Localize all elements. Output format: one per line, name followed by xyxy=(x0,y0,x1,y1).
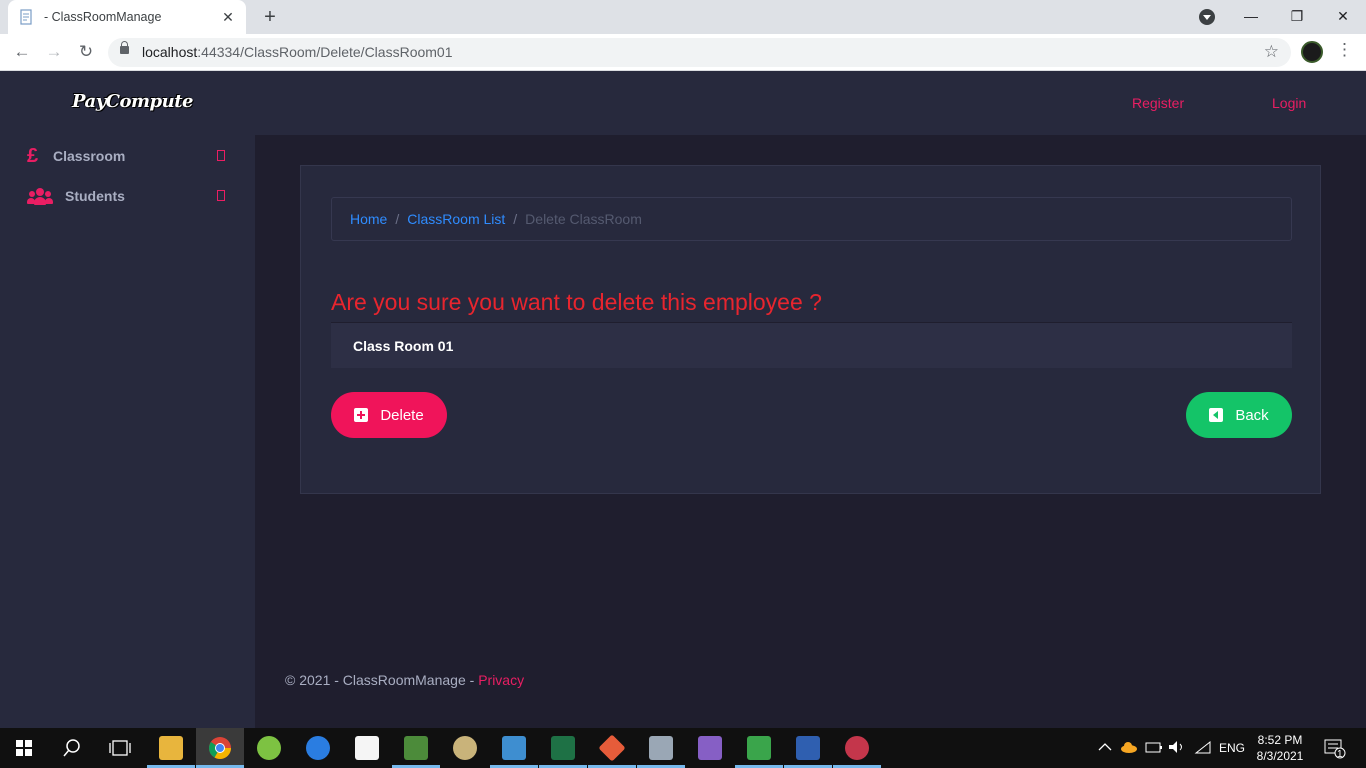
cloud-icon[interactable] xyxy=(1120,741,1138,768)
breadcrumb: Home / ClassRoom List / Delete ClassRoom xyxy=(331,197,1292,241)
breadcrumb-list-link[interactable]: ClassRoom List xyxy=(407,211,505,227)
new-tab-button[interactable]: + xyxy=(260,6,280,29)
footer-text: © 2021 - ClassRoomManage - xyxy=(285,672,479,688)
tray-chevron-icon[interactable] xyxy=(1098,740,1112,768)
battery-icon[interactable] xyxy=(1145,740,1163,768)
footer: © 2021 - ClassRoomManage - Privacy xyxy=(285,672,524,688)
app-page: PayCompute Register Login £ Classroom St… xyxy=(0,71,1366,728)
excel-icon[interactable] xyxy=(551,736,575,760)
windows-taskbar: ENG 8:52 PM 8/3/2021 1 xyxy=(0,728,1366,768)
firefox-icon[interactable] xyxy=(306,736,330,760)
paint-icon[interactable] xyxy=(453,736,477,760)
visual-studio-icon[interactable] xyxy=(698,736,722,760)
clock-time: 8:52 PM xyxy=(1257,733,1303,747)
app-header: PayCompute Register Login xyxy=(0,71,1366,135)
browser-menu-icon[interactable]: ⋮ xyxy=(1336,40,1353,60)
caret-left-square-icon xyxy=(1209,408,1224,422)
wifi-icon[interactable] xyxy=(1194,740,1212,768)
forward-nav-icon[interactable]: → xyxy=(43,41,65,63)
delete-button[interactable]: Delete xyxy=(331,392,447,438)
breadcrumb-current: Delete ClassRoom xyxy=(525,211,642,227)
pound-icon: £ xyxy=(27,144,39,167)
sidebar-item-classroom[interactable]: £ Classroom xyxy=(27,144,227,168)
search-icon[interactable] xyxy=(62,738,82,758)
profile-avatar[interactable] xyxy=(1301,41,1323,63)
lock-icon xyxy=(120,41,129,54)
breadcrumb-separator: / xyxy=(395,211,400,227)
item-name: Class Room 01 xyxy=(353,337,454,354)
plus-square-icon xyxy=(354,408,369,422)
maximize-button[interactable]: ❐ xyxy=(1274,0,1320,34)
git-icon[interactable] xyxy=(598,734,626,762)
task-view-icon[interactable] xyxy=(109,740,131,756)
clock-date: 8/3/2021 xyxy=(1256,749,1304,763)
language-indicator[interactable]: ENG xyxy=(1219,741,1245,768)
back-button[interactable]: Back xyxy=(1186,392,1292,438)
app-logo[interactable]: PayCompute xyxy=(72,91,194,112)
file-explorer-icon[interactable] xyxy=(159,736,183,760)
windows-start-icon[interactable] xyxy=(16,740,32,756)
app-icon[interactable] xyxy=(257,736,281,760)
app-icon[interactable] xyxy=(649,736,673,760)
taskbar-clock[interactable]: 8:52 PM 8/3/2021 xyxy=(1254,732,1306,764)
item-detail-box: Class Room 01 xyxy=(331,322,1292,368)
snipping-tool-icon[interactable] xyxy=(502,736,526,760)
sidebar-item-label: Classroom xyxy=(53,148,126,164)
url-text: localhost:44334/ClassRoom/Delete/ClassRo… xyxy=(142,44,453,60)
app-icon[interactable] xyxy=(845,736,869,760)
bookmark-star-icon[interactable]: ☆ xyxy=(1264,42,1279,62)
back-button-label: Back xyxy=(1235,406,1269,424)
sidebar xyxy=(0,135,255,728)
breadcrumb-home-link[interactable]: Home xyxy=(350,211,387,227)
chrome-icon[interactable] xyxy=(208,736,232,760)
address-bar[interactable]: localhost:44334/ClassRoom/Delete/ClassRo… xyxy=(108,38,1291,67)
network-app-icon[interactable] xyxy=(747,736,771,760)
register-link[interactable]: Register xyxy=(1132,95,1184,111)
notepad-icon[interactable] xyxy=(355,736,379,760)
minimize-button[interactable]: — xyxy=(1228,0,1274,34)
browser-toolbar: ← → ↻ localhost:44334/ClassRoom/Delete/C… xyxy=(0,34,1366,71)
remote-desktop-icon[interactable] xyxy=(796,736,820,760)
notification-count-badge: 1 xyxy=(1337,749,1343,760)
volume-icon[interactable] xyxy=(1168,740,1186,768)
notepad-plus-icon[interactable] xyxy=(404,736,428,760)
browser-tab[interactable]: - ClassRoomManage ✕ xyxy=(8,0,246,34)
delete-warning-heading: Are you sure you want to delete this emp… xyxy=(331,289,822,315)
privacy-link[interactable]: Privacy xyxy=(478,672,524,688)
expand-icon xyxy=(217,190,225,201)
breadcrumb-separator: / xyxy=(513,211,518,227)
delete-card: Home / ClassRoom List / Delete ClassRoom… xyxy=(300,165,1321,494)
sidebar-item-label: Students xyxy=(65,188,125,204)
tab-title: - ClassRoomManage xyxy=(44,10,162,24)
sidebar-item-students[interactable]: Students xyxy=(27,184,227,208)
users-icon xyxy=(27,187,53,205)
delete-button-label: Delete xyxy=(380,406,424,424)
expand-icon xyxy=(217,150,225,161)
window-close-button[interactable]: ✕ xyxy=(1320,0,1366,34)
tab-close-icon[interactable]: ✕ xyxy=(220,9,236,26)
tab-search-icon[interactable] xyxy=(1199,9,1215,25)
browser-tab-bar: - ClassRoomManage ✕ + — ❐ ✕ xyxy=(0,0,1366,34)
reload-icon[interactable]: ↻ xyxy=(75,41,97,63)
login-link[interactable]: Login xyxy=(1272,95,1306,111)
back-nav-icon[interactable]: ← xyxy=(11,41,33,63)
page-favicon-icon xyxy=(18,9,34,25)
